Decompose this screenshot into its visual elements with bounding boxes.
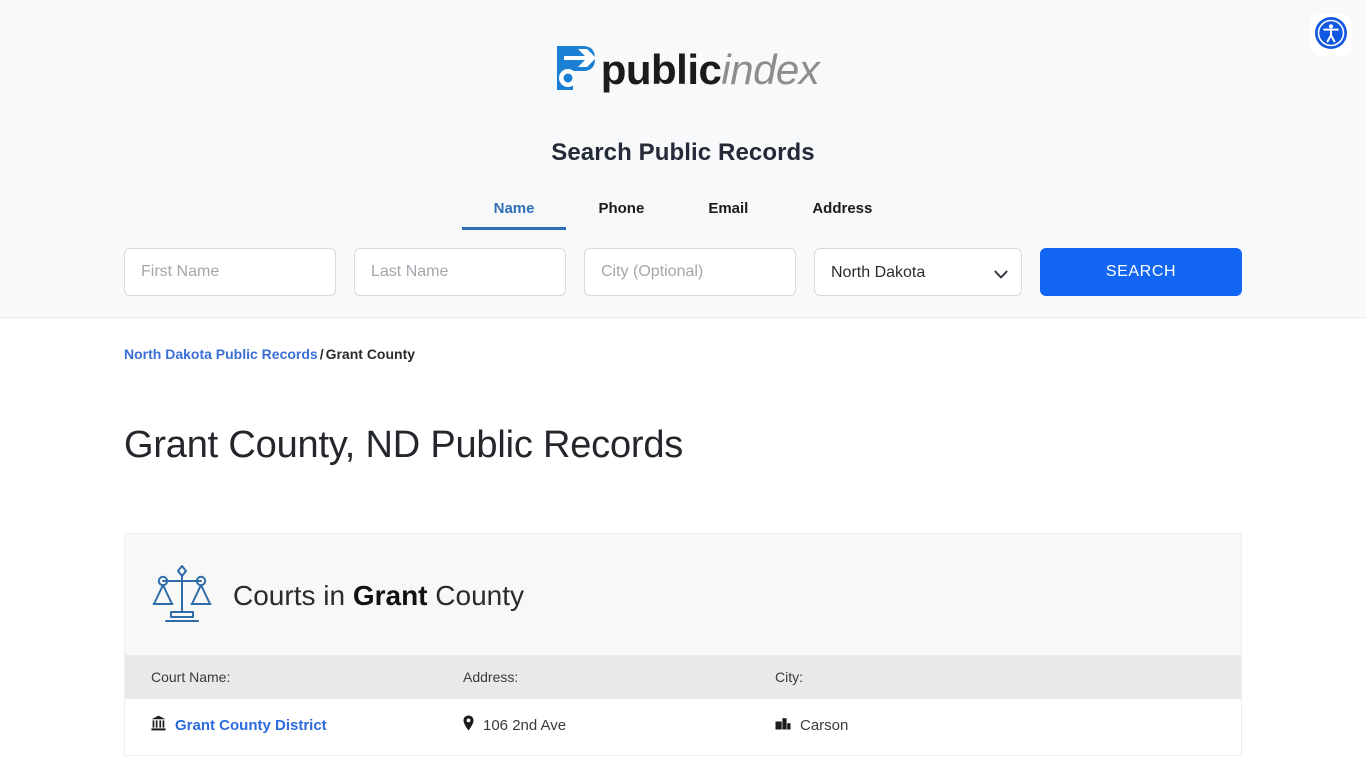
column-header-address: Address: <box>463 669 519 685</box>
courts-title-county: Grant <box>352 579 428 611</box>
courthouse-icon <box>151 715 166 735</box>
column-header-city: City: <box>775 669 803 685</box>
search-heading: Search Public Records <box>551 139 815 166</box>
tab-address[interactable]: Address <box>780 196 904 230</box>
logo-word-public: public <box>600 45 722 93</box>
column-header-court-name: Court Name: <box>151 669 231 685</box>
search-button[interactable]: SEARCH <box>1040 248 1242 296</box>
logo-wordmark: publicindex <box>600 45 820 93</box>
search-tabs: Name Phone Email Address <box>0 196 1366 230</box>
address-text: 106 2nd Ave <box>483 716 567 734</box>
breadcrumb: North Dakota Public Records / Grant County <box>124 318 1242 362</box>
last-name-input[interactable] <box>354 248 566 296</box>
courts-panel-header: Courts in Grant County <box>125 534 1241 655</box>
first-name-input[interactable] <box>124 248 336 296</box>
publicindex-p-arrow-logo <box>547 38 603 101</box>
logo-word-index: index <box>721 45 820 93</box>
state-select[interactable]: North Dakota <box>814 248 1022 296</box>
search-header: publicindex Search Public Records Name P… <box>0 0 1366 318</box>
site-logo[interactable]: publicindex <box>0 38 1366 101</box>
scales-of-justice-icon <box>151 560 213 631</box>
courts-panel-title: Courts in Grant County <box>233 580 524 612</box>
tab-email[interactable]: Email <box>676 196 780 230</box>
courts-panel: Courts in Grant County Court Name: Addre… <box>124 533 1242 756</box>
tab-name[interactable]: Name <box>461 196 567 230</box>
court-name-link[interactable]: Grant County District <box>175 717 327 734</box>
content-container: North Dakota Public Records / Grant County… <box>124 318 1242 756</box>
cell-city: Carson <box>775 716 1087 734</box>
main-content: North Dakota Public Records / Grant County… <box>0 318 1366 756</box>
courts-title-prefix: Courts in <box>233 579 346 611</box>
breadcrumb-current: Grant County <box>325 346 416 362</box>
search-form: North Dakota SEARCH <box>124 248 1242 296</box>
map-pin-icon <box>463 715 474 735</box>
city-text: Carson <box>800 716 849 734</box>
cell-address: 106 2nd Ave <box>463 715 775 735</box>
breadcrumb-separator: / <box>319 346 324 362</box>
tab-phone[interactable]: Phone <box>566 196 676 230</box>
courts-table-header: Court Name: Address: City: <box>125 655 1241 699</box>
courts-title-suffix: County <box>435 579 525 611</box>
state-select-wrapper: North Dakota <box>814 248 1022 296</box>
breadcrumb-parent-link[interactable]: North Dakota Public Records <box>124 346 318 362</box>
page-title: Grant County, ND Public Records <box>124 424 684 466</box>
city-input[interactable] <box>584 248 796 296</box>
cell-court-name: Grant County District <box>151 715 463 735</box>
table-row: Grant County District 106 2nd Ave Carson <box>125 699 1241 755</box>
city-buildings-icon <box>775 716 791 734</box>
